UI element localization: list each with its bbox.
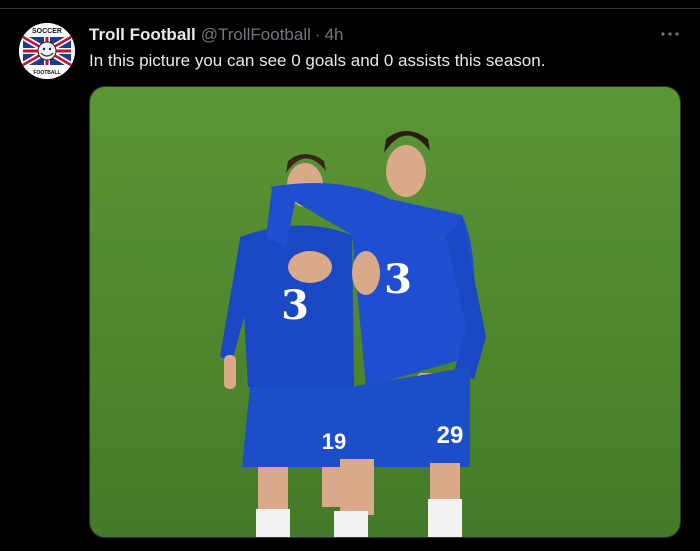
right-player-number: 29 [437, 422, 464, 449]
author-name[interactable]: Troll Football [89, 25, 196, 45]
more-horizontal-icon[interactable] [658, 24, 682, 44]
header-separator: · [314, 25, 321, 44]
avatar-text-bottom: FOOTBALL [33, 70, 60, 76]
avatar-text-top: SOCCER [32, 28, 62, 35]
arm-hands [288, 251, 332, 283]
tweet-text: In this picture you can see 0 goals and … [89, 51, 546, 70]
tweet-photo[interactable]: 3 19 3 29 [89, 86, 681, 538]
author-handle[interactable]: @TrollFootball [201, 25, 311, 45]
tweet-timestamp[interactable]: 4h [325, 25, 344, 45]
top-divider [0, 8, 700, 9]
author-avatar[interactable]: SOCCER FOOTBALL [19, 23, 75, 79]
left-player-sponsor: 3 [281, 282, 309, 329]
tweet-header: Troll Football @TrollFootball · 4h [89, 25, 343, 45]
left-player-number: 19 [322, 429, 346, 454]
right-player-sponsor: 3 [384, 256, 412, 303]
